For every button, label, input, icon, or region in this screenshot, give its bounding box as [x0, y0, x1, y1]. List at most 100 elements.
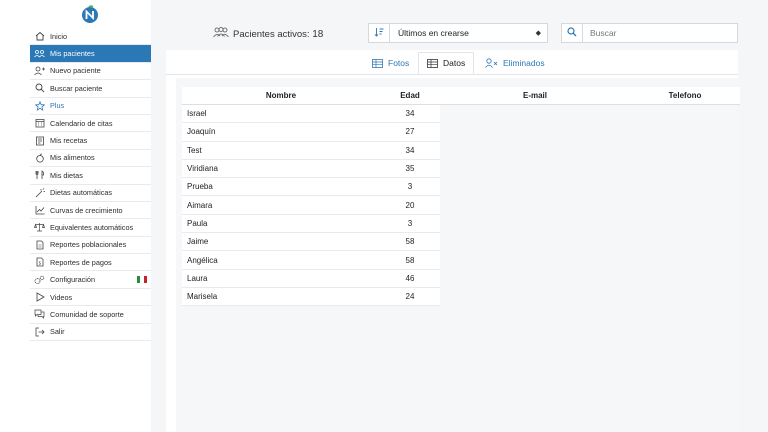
cell-nombre: Viridiana: [182, 159, 380, 179]
sidebar-item-label: Comunidad de soporte: [50, 309, 124, 319]
table-row[interactable]: Paula 3: [182, 214, 740, 234]
user-plus-icon: [34, 65, 45, 76]
search-button[interactable]: [562, 24, 583, 42]
tab-fotos[interactable]: Fotos: [364, 52, 417, 74]
view-tabs: Fotos Datos Eliminados: [166, 52, 738, 75]
table-row[interactable]: Aimara 20: [182, 195, 740, 215]
sidebar-item-label: Videos: [50, 292, 73, 302]
sidebar: Inicio Mis pacientes Nuevo paciente Busc…: [30, 0, 152, 432]
invoice-icon: $: [34, 257, 45, 268]
sidebar-item-label: Curvas de crecimiento: [50, 205, 123, 215]
chevron-up-down-icon: ◆: [535, 30, 541, 37]
calendar-icon: [34, 118, 45, 129]
patients-table: Nombre Edad E-mail Telefono Israel 34 Joaq…: [182, 87, 740, 307]
sidebar-item-label: Plus: [50, 101, 65, 111]
column-header-email[interactable]: E-mail: [440, 87, 630, 105]
sidebar-item-label: Calendario de citas: [50, 118, 113, 128]
table-row[interactable]: Marisela 24: [182, 287, 740, 307]
sidebar-item-reportes-poblacionales[interactable]: Reportes poblacionales: [30, 237, 151, 255]
cell-edad: 20: [380, 195, 440, 215]
svg-text:$: $: [38, 261, 41, 267]
search-input[interactable]: [583, 27, 732, 39]
sort-select[interactable]: Últimos en crearse ◆: [368, 23, 548, 43]
cell-nombre: Marisela: [182, 287, 380, 307]
sort-order-button[interactable]: [369, 24, 390, 42]
document-icon: [34, 239, 45, 250]
table-row[interactable]: Jaime 58: [182, 232, 740, 252]
table-row[interactable]: Angélica 58: [182, 250, 740, 270]
sidebar-item-inicio[interactable]: Inicio: [30, 28, 151, 46]
apple-icon: [34, 152, 45, 163]
cell-edad: 58: [380, 232, 440, 252]
logout-icon: [34, 326, 45, 337]
table-row[interactable]: Joaquín 27: [182, 122, 740, 142]
cell-nombre: Jaime: [182, 232, 380, 252]
sidebar-item-dietas-automaticas[interactable]: Dietas automáticas: [30, 185, 151, 202]
star-icon: [34, 100, 45, 111]
cell-edad: 3: [380, 177, 440, 197]
search-bar: [561, 23, 738, 43]
tab-label: Eliminados: [503, 58, 545, 68]
gears-icon: [34, 274, 45, 285]
cell-edad: 58: [380, 250, 440, 270]
sidebar-item-label: Nuevo paciente: [50, 66, 101, 76]
sidebar-item-nuevo-paciente[interactable]: Nuevo paciente: [30, 63, 151, 81]
users-icon: [34, 48, 45, 59]
sidebar-item-comunidad[interactable]: Comunidad de soporte: [30, 306, 151, 324]
tab-datos[interactable]: Datos: [418, 52, 475, 74]
column-header-telefono[interactable]: Telefono: [630, 87, 740, 105]
sidebar-item-equivalentes[interactable]: Equivalentes automáticos: [30, 219, 151, 237]
user-remove-icon: [485, 58, 498, 68]
users-icon: [213, 27, 229, 41]
cutlery-icon: [34, 170, 45, 181]
active-patients-count: 18: [312, 28, 324, 40]
sidebar-item-configuracion[interactable]: Configuración: [30, 271, 151, 289]
cell-nombre: Paula: [182, 214, 380, 234]
cell-nombre: Laura: [182, 269, 380, 288]
sidebar-item-label: Mis pacientes: [50, 49, 95, 59]
sidebar-item-label: Mis recetas: [50, 136, 88, 146]
cell-nombre: Prueba: [182, 177, 380, 197]
table-grid-icon: [427, 58, 438, 68]
cell-edad: 46: [380, 269, 440, 288]
column-header-nombre[interactable]: Nombre: [182, 87, 380, 105]
sidebar-item-dietas[interactable]: Mis dietas: [30, 167, 151, 185]
sort-icon: [374, 27, 384, 39]
sidebar-item-label: Reportes poblacionales: [50, 240, 127, 250]
table-header-row: Nombre Edad E-mail Telefono: [182, 87, 740, 105]
sidebar-item-label: Equivalentes automáticos: [50, 222, 134, 232]
cell-edad: 27: [380, 122, 440, 142]
tab-eliminados[interactable]: Eliminados: [477, 52, 553, 74]
sidebar-item-buscar-paciente[interactable]: Buscar paciente: [30, 80, 151, 98]
search-icon: [34, 83, 45, 94]
sidebar-item-label: Configuración: [50, 275, 96, 285]
cell-edad: 35: [380, 159, 440, 179]
sidebar-item-label: Inicio: [50, 31, 68, 41]
sidebar-item-reportes-pagos[interactable]: $ Reportes de pagos: [30, 254, 151, 272]
sidebar-item-mis-pacientes[interactable]: Mis pacientes: [30, 45, 151, 63]
table-row[interactable]: Viridiana 35: [182, 159, 740, 179]
sidebar-item-salir[interactable]: Salir: [30, 324, 151, 342]
table-row[interactable]: Prueba 3: [182, 177, 740, 197]
column-header-edad[interactable]: Edad: [380, 87, 440, 105]
active-patients-counter: Pacientes activos: 18: [213, 27, 323, 41]
sidebar-item-videos[interactable]: Videos: [30, 289, 151, 307]
cell-nombre: Joaquín: [182, 122, 380, 142]
sidebar-item-calendario[interactable]: Calendario de citas: [30, 115, 151, 133]
play-icon: [34, 292, 45, 303]
sort-selected-value: Últimos en crearse: [398, 28, 469, 38]
sidebar-item-recetas[interactable]: Mis recetas: [30, 132, 151, 150]
cell-nombre: Aimara: [182, 195, 380, 215]
sidebar-item-alimentos[interactable]: Mis alimentos: [30, 150, 151, 168]
table-row[interactable]: Test 34: [182, 141, 740, 160]
active-patients-label: Pacientes activos:: [233, 28, 310, 40]
mexico-flag-icon[interactable]: [137, 276, 147, 284]
sidebar-item-plus[interactable]: Plus: [30, 98, 151, 115]
table-row[interactable]: Israel 34: [182, 104, 740, 124]
table-row[interactable]: Laura 46: [182, 269, 740, 288]
sidebar-item-curvas[interactable]: Curvas de crecimiento: [30, 202, 151, 220]
home-icon: [34, 31, 45, 42]
sidebar-item-label: Dietas automáticas: [50, 188, 113, 198]
app-logo[interactable]: [80, 4, 100, 24]
search-icon: [567, 24, 577, 42]
